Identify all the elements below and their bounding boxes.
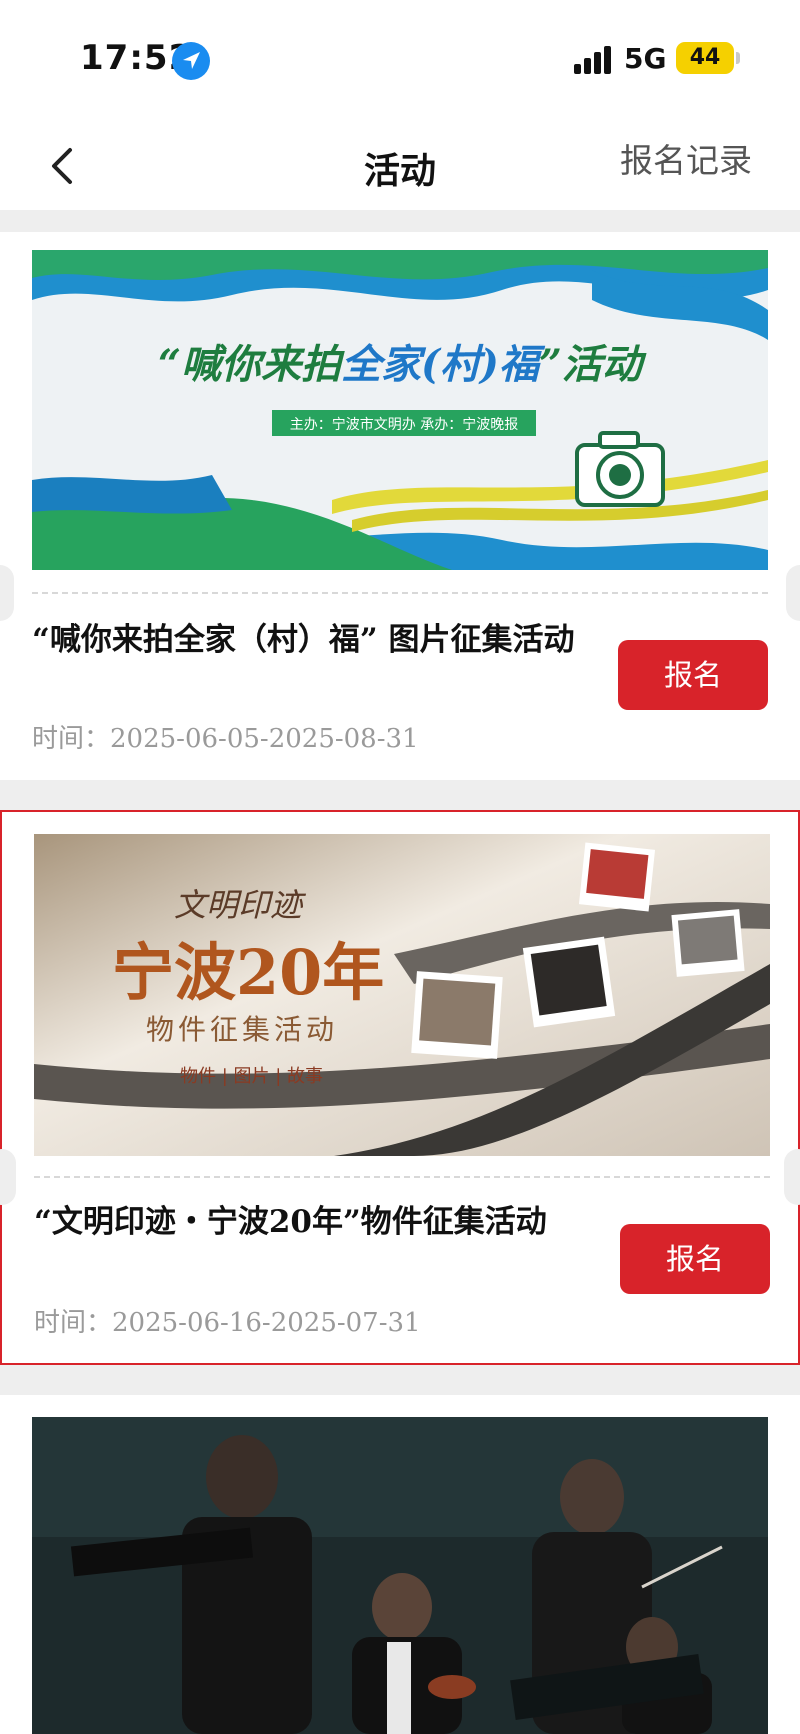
camera-icon: [575, 431, 665, 507]
activity-banner[interactable]: 文明印迹 宁波20年 物件征集活动 物件 | 图片 | 故事: [34, 834, 770, 1156]
signup-button[interactable]: 报名: [620, 1224, 770, 1294]
activity-banner[interactable]: “喊你来拍全家(村)福”活动 主办：宁波市文明办 承办：宁波晚报: [32, 250, 768, 570]
banner-subtitle: 物件征集活动: [146, 1013, 338, 1046]
activity-time: 时间：2025-06-05-2025-08-31: [32, 724, 419, 754]
page-title: 活动: [363, 150, 436, 192]
signup-records-link[interactable]: 报名记录: [620, 134, 752, 182]
svg-text:“喊你来拍全家(村)福”活动: “喊你来拍全家(村)福”活动: [158, 341, 647, 388]
dashed-divider: [34, 1176, 770, 1178]
activity-time: 时间：2025-06-16-2025-07-31: [34, 1308, 421, 1338]
ticket-notch: [0, 1149, 16, 1205]
battery-icon: 44: [676, 42, 734, 74]
activity-banner[interactable]: [32, 1417, 768, 1734]
banner-headline-b: 全家(村)福: [341, 341, 546, 388]
ticket-notch: [786, 565, 800, 621]
activity-title: “文明印迹・宁波20年”物件征集活动: [34, 1204, 547, 1240]
banner-headline: 宁波20年: [112, 936, 384, 1009]
signup-button[interactable]: 报名: [618, 640, 768, 710]
network-type: 5G: [624, 42, 667, 75]
status-bar: 17:52 5G 44: [0, 0, 800, 118]
activity-card[interactable]: [0, 1395, 800, 1734]
ticket-notch: [784, 1149, 800, 1205]
banner-script-title: 文明印迹: [174, 886, 307, 924]
banner-sponsor-line: 主办：宁波市文明办 承办：宁波晚报: [290, 416, 518, 433]
banner-tags: 物件 | 图片 | 故事: [180, 1066, 323, 1087]
banner-headline-a: “喊你来拍: [158, 341, 345, 388]
nav-bar: 活动 报名记录: [0, 118, 800, 210]
dashed-divider: [32, 592, 768, 594]
activity-card[interactable]: 文明印迹 宁波20年 物件征集活动 物件 | 图片 | 故事 “文明印迹・宁波2…: [0, 810, 800, 1365]
ticket-notch: [0, 565, 14, 621]
banner-headline-c: ”活动: [539, 341, 647, 388]
battery-tip: [736, 52, 740, 64]
activity-title: “喊你来拍全家（村）福” 图片征集活动: [32, 622, 575, 658]
activity-card[interactable]: “喊你来拍全家(村)福”活动 主办：宁波市文明办 承办：宁波晚报 “喊你来拍全家…: [0, 232, 800, 780]
chevron-left-icon[interactable]: [46, 146, 82, 186]
cellular-signal-icon: [574, 46, 614, 74]
location-arrow-icon: [172, 42, 210, 80]
